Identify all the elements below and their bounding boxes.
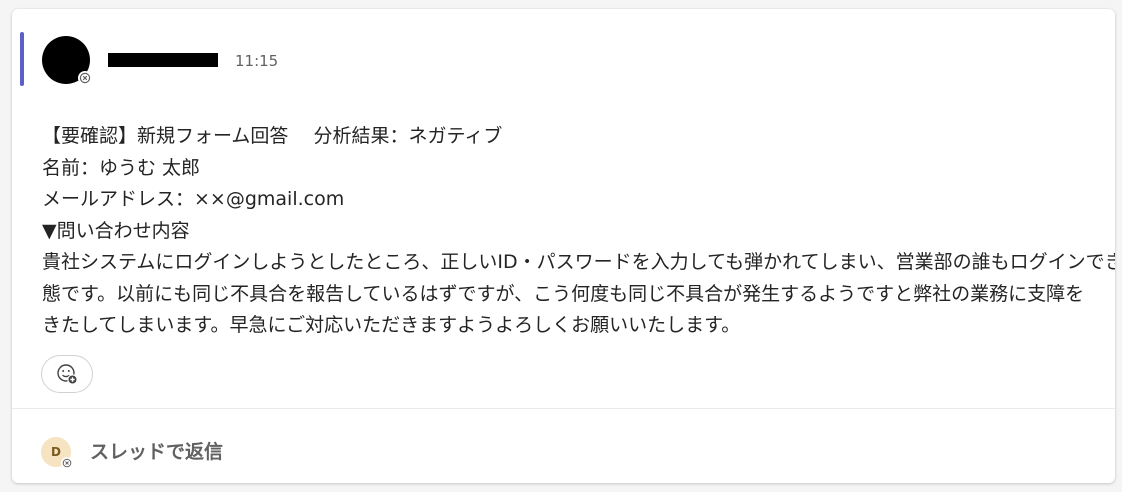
message-line: 貴社システムにログインしようとしたところ、正しいID・パスワードを入力しても弾か…	[42, 251, 1115, 273]
message-card: 11:15 【要確認】新規フォーム回答 分析結果：ネガティブ 名前：ゆうむ 太郎…	[12, 9, 1115, 483]
sender-name-redacted[interactable]	[108, 53, 218, 67]
emoji-add-icon	[57, 364, 78, 385]
message-line: きたしてしまいます。早急にご対応いただきますようよろしくお願いいたします。	[42, 314, 741, 336]
message-body: 【要確認】新規フォーム回答 分析結果：ネガティブ 名前：ゆうむ 太郎 メールアド…	[42, 121, 1115, 342]
message-line: 態です。以前にも同じ不具合を報告しているはずですが、こう何度も同じ不具合が発生す…	[42, 282, 1085, 305]
reply-in-thread-button[interactable]: スレッドで返信	[90, 439, 223, 465]
reply-presence-unknown-icon	[61, 457, 73, 469]
message-line: ▼問い合わせ内容	[42, 219, 190, 242]
message-line: 【要確認】新規フォーム回答 分析結果：ネガティブ	[42, 125, 503, 147]
message-line: 名前：ゆうむ 太郎	[42, 156, 201, 179]
add-reaction-button[interactable]	[41, 355, 93, 393]
unread-accent-bar	[20, 32, 24, 86]
message-timestamp: 11:15	[235, 52, 279, 70]
reply-divider	[12, 408, 1115, 409]
message-line: メールアドレス：××@gmail.com	[42, 188, 345, 210]
presence-unknown-icon	[78, 71, 92, 85]
